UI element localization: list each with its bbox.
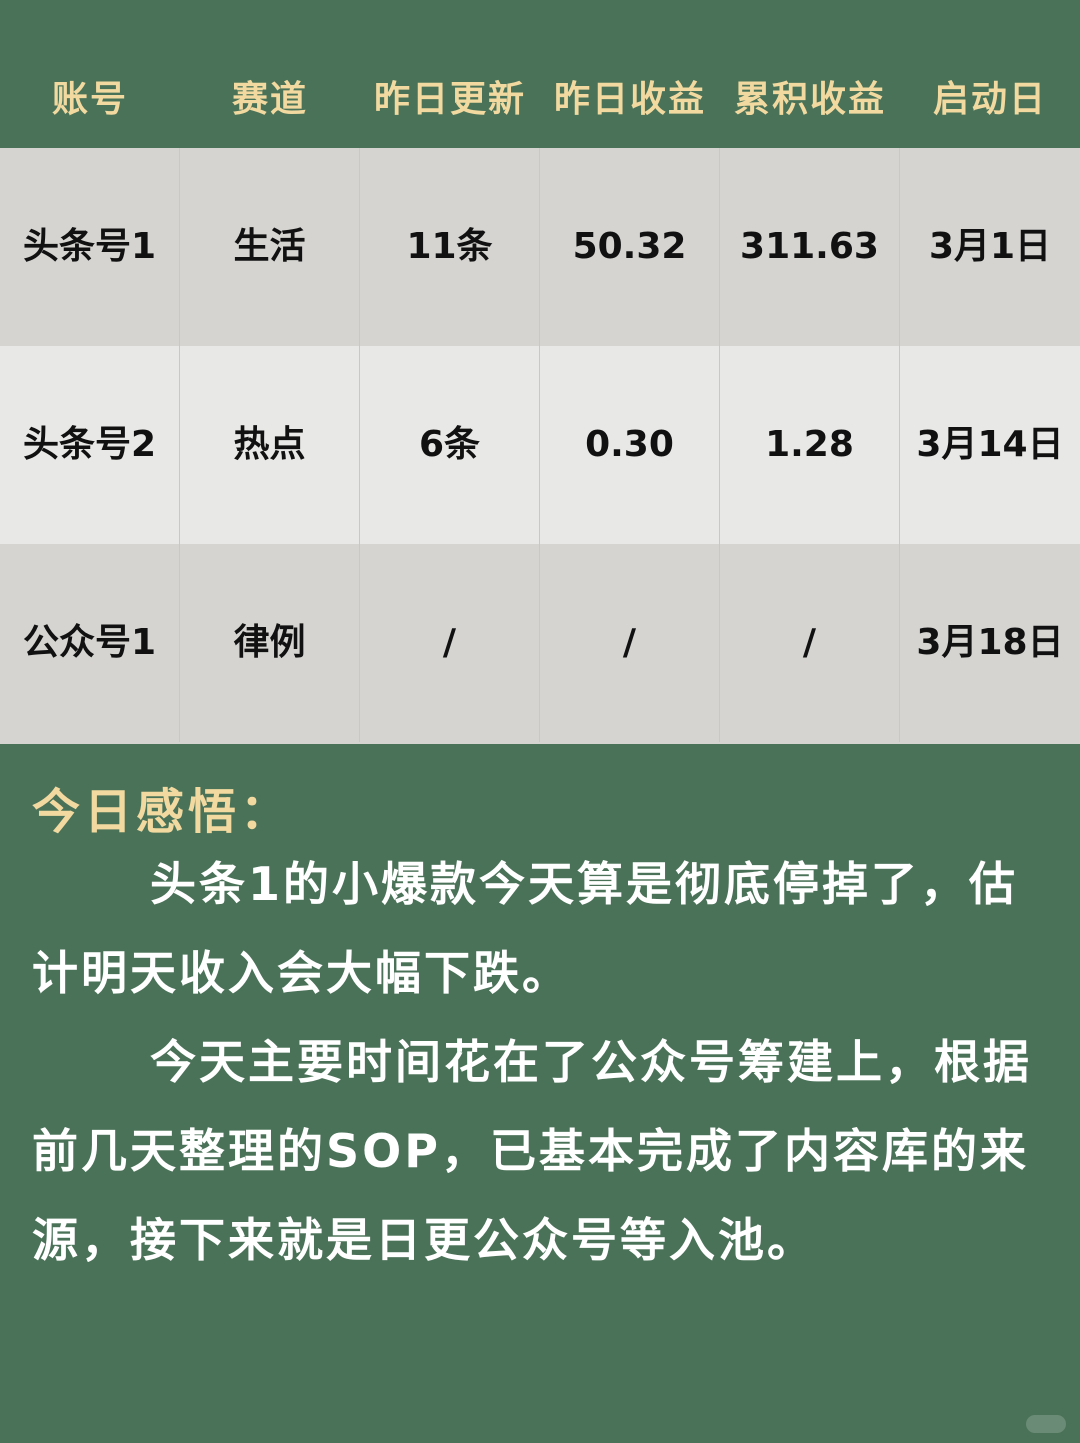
cell-yesterday-income: 50.32 [540,148,720,346]
cell-yesterday-updates: 11条 [360,148,540,346]
header-start-date: 启动日 [932,79,1047,120]
watermark-logo [1026,1415,1066,1433]
reflection-paragraph: 今天主要时间花在了公众号筹建上，根据前几天整理的SOP，已基本完成了内容库的来源… [32,1035,1032,1267]
cell-start-date: 3月14日 [916,424,1064,465]
table-header: 账号 赛道 昨日更新 昨日收益 累积收益 启动日 [0,0,1080,148]
cell-yesterday-updates: / [360,544,540,742]
cell-cumulative-income: 1.28 [720,346,900,544]
cell-start-date: 3月1日 [928,226,1052,267]
reflection-title: 今日感悟： [32,784,293,840]
cell-yesterday-income: 0.30 [540,346,720,544]
cell-yesterday-income: / [540,544,720,742]
cell-cumulative-income: / [720,544,900,742]
cell-start-date: 3月18日 [916,622,1064,663]
cell-track: 生活 [180,148,360,346]
table-row: 公众号1 律例 / / / 3月18日 [0,544,1080,744]
header-cumulative-income: 累积收益 [733,79,886,120]
header-yesterday-income: 昨日收益 [553,79,706,120]
cell-account: 公众号1 [0,544,180,742]
cell-account: 头条号1 [0,148,180,346]
cell-account: 头条号2 [0,346,180,544]
header-yesterday-updates: 昨日更新 [373,79,526,120]
header-track: 赛道 [231,79,308,120]
cell-track: 律例 [180,544,360,742]
table-row: 头条号2 热点 6条 0.30 1.28 3月14日 [0,346,1080,544]
cell-yesterday-updates: 6条 [360,346,540,544]
header-account: 账号 [51,79,128,120]
daily-reflection: 今日感悟： 头条1的小爆款今天算是彻底停掉了，估计明天收入会大幅下跌。 今天主要… [0,744,1080,1443]
cell-track: 热点 [180,346,360,544]
income-table: 头条号1 生活 11条 50.32 311.63 3月1日 头条号2 热点 6条… [0,148,1080,744]
table-row: 头条号1 生活 11条 50.32 311.63 3月1日 [0,148,1080,346]
cell-cumulative-income: 311.63 [720,148,900,346]
reflection-paragraph: 头条1的小爆款今天算是彻底停掉了，估计明天收入会大幅下跌。 [32,857,1019,1000]
